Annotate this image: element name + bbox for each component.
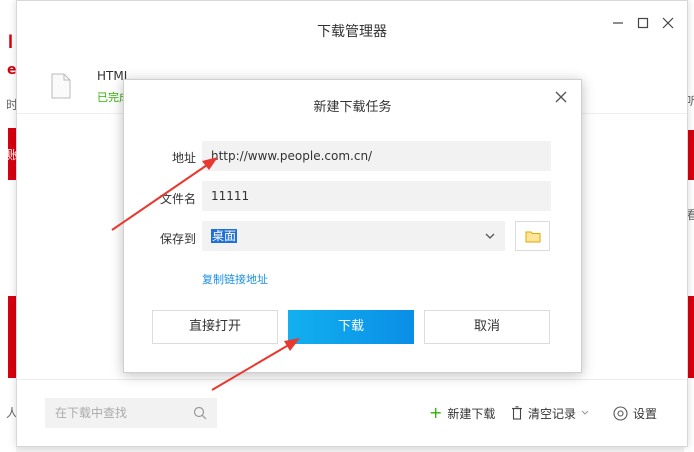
minimize-button[interactable] [609, 15, 627, 33]
svg-text:l: l [8, 32, 13, 52]
plus-icon: + [429, 403, 443, 422]
address-label: 地址 [171, 151, 196, 165]
save-to-label: 保存到 [159, 232, 196, 246]
search-input[interactable] [45, 398, 185, 428]
filename-field[interactable] [202, 181, 551, 211]
new-download-button[interactable]: + 新建下载 [429, 404, 495, 422]
file-icon [51, 73, 71, 99]
dialog-title: 新建下载任务 [313, 100, 392, 115]
new-download-label: 新建下载 [447, 406, 496, 421]
address-field[interactable] [202, 141, 551, 171]
gear-icon [613, 405, 628, 421]
filename-input[interactable] [211, 181, 551, 211]
save-to-value: 桌面 [211, 229, 238, 243]
clear-records-label: 清空记录 [528, 406, 577, 421]
search-box [45, 398, 217, 428]
copy-link-address[interactable]: 复制链接地址 [202, 271, 268, 287]
settings-label: 设置 [633, 406, 658, 421]
cancel-button[interactable]: 取消 [424, 310, 550, 344]
save-to-select[interactable]: 桌面 [202, 221, 505, 251]
close-icon [662, 17, 674, 29]
background-banner [8, 296, 16, 378]
close-icon [555, 91, 567, 103]
clear-records-button[interactable]: 清空记录 [511, 404, 589, 422]
window-title: 下载管理器 [317, 24, 387, 40]
filename-label: 文件名 [159, 192, 196, 206]
search-icon[interactable] [193, 406, 207, 420]
browse-folder-button[interactable] [515, 221, 550, 251]
new-download-dialog: 新建下载任务 地址 文件名 保存到 桌面 复制链接地址 直接打开 下载 取消 [123, 79, 582, 373]
maximize-button[interactable] [634, 15, 652, 33]
download-button[interactable]: 下载 [288, 310, 414, 344]
footer-bar: + 新建下载 清空记录 设置 [17, 379, 687, 446]
folder-icon [525, 231, 540, 242]
chevron-down-icon [581, 410, 589, 415]
chevron-down-icon [485, 233, 495, 239]
maximize-icon [637, 17, 649, 29]
settings-button[interactable]: 设置 [613, 404, 657, 422]
trash-icon [512, 406, 522, 420]
close-window-button[interactable] [659, 15, 677, 33]
open-directly-button[interactable]: 直接打开 [152, 310, 278, 344]
minimize-icon [613, 22, 623, 24]
address-input[interactable] [211, 141, 551, 171]
dialog-close-button[interactable] [551, 88, 571, 108]
